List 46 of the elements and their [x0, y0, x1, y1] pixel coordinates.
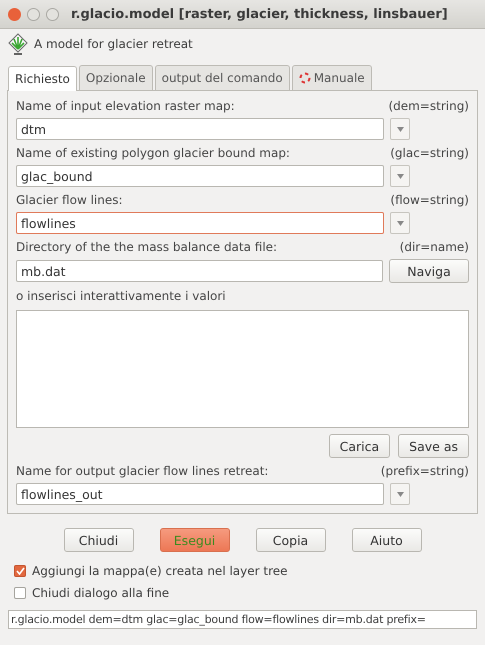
- combo-field[interactable]: flowlines_out: [16, 483, 384, 505]
- caret-icon: [396, 126, 404, 132]
- caret-icon: [396, 492, 404, 496]
- combo-field[interactable]: flowlines: [16, 212, 384, 234]
- module-description: A model for glacier retreat: [34, 37, 193, 51]
- grass-logo-icon: [8, 33, 28, 55]
- caret-icon: [396, 174, 404, 178]
- field-label: Name of existing polygon glacier bound map:: [16, 146, 290, 160]
- parameter-hint: (flow=string): [390, 193, 469, 207]
- parameter-hint: (glac=string): [390, 146, 469, 160]
- window-title: r.glacio.model [raster, glacier, thickness, linsbauer]: [71, 6, 448, 22]
- checkbox[interactable]: [14, 565, 26, 577]
- text-area[interactable]: [16, 310, 469, 428]
- browse-button[interactable]: Naviga: [389, 259, 469, 283]
- tab[interactable]: Opzionale: [78, 65, 153, 90]
- field-label: Glacier flow lines:: [16, 193, 123, 207]
- dialog-button[interactable]: Copia: [256, 528, 326, 552]
- close-button[interactable]: [8, 8, 21, 20]
- combo-field[interactable]: dtm: [16, 118, 384, 140]
- checkbox-label: Chiudi dialogo alla fine: [32, 586, 170, 600]
- tab[interactable]: Manuale: [292, 65, 372, 90]
- maximize-button[interactable]: [46, 8, 59, 20]
- combo-field[interactable]: glac_bound: [16, 165, 384, 187]
- field-label: o inserisci interattivamente i valori: [16, 289, 226, 303]
- input-field[interactable]: mb.dat: [16, 260, 383, 282]
- file-button[interactable]: Save as: [398, 434, 469, 458]
- parameter-hint: (dem=string): [388, 99, 469, 113]
- field-label: Directory of the the mass balance data file:: [16, 240, 278, 254]
- dialog-button[interactable]: Aiuto: [352, 528, 422, 552]
- dropdown-button[interactable]: [390, 483, 410, 505]
- minimize-button[interactable]: [27, 8, 40, 20]
- checkbox-label: Aggiungi la mappa(e) creata nel layer tree: [32, 564, 288, 578]
- field-label: Name for output glacier flow lines retreat:: [16, 464, 268, 478]
- lifebuoy-icon: [298, 72, 311, 84]
- field-label: Name of input elevation raster map:: [16, 99, 235, 113]
- tab[interactable]: Richiesto: [8, 66, 77, 91]
- file-button[interactable]: Carica: [328, 434, 390, 458]
- checkbox[interactable]: [14, 587, 26, 599]
- dialog-button[interactable]: Chiudi: [64, 528, 134, 552]
- dropdown-button[interactable]: [390, 165, 410, 187]
- caret-icon: [396, 220, 404, 226]
- tab[interactable]: output del comando: [154, 65, 290, 90]
- dropdown-button[interactable]: [390, 118, 410, 140]
- dropdown-button[interactable]: [390, 212, 410, 234]
- parameter-hint: (dir=name): [400, 240, 469, 254]
- parameter-hint: (prefix=string): [380, 464, 469, 478]
